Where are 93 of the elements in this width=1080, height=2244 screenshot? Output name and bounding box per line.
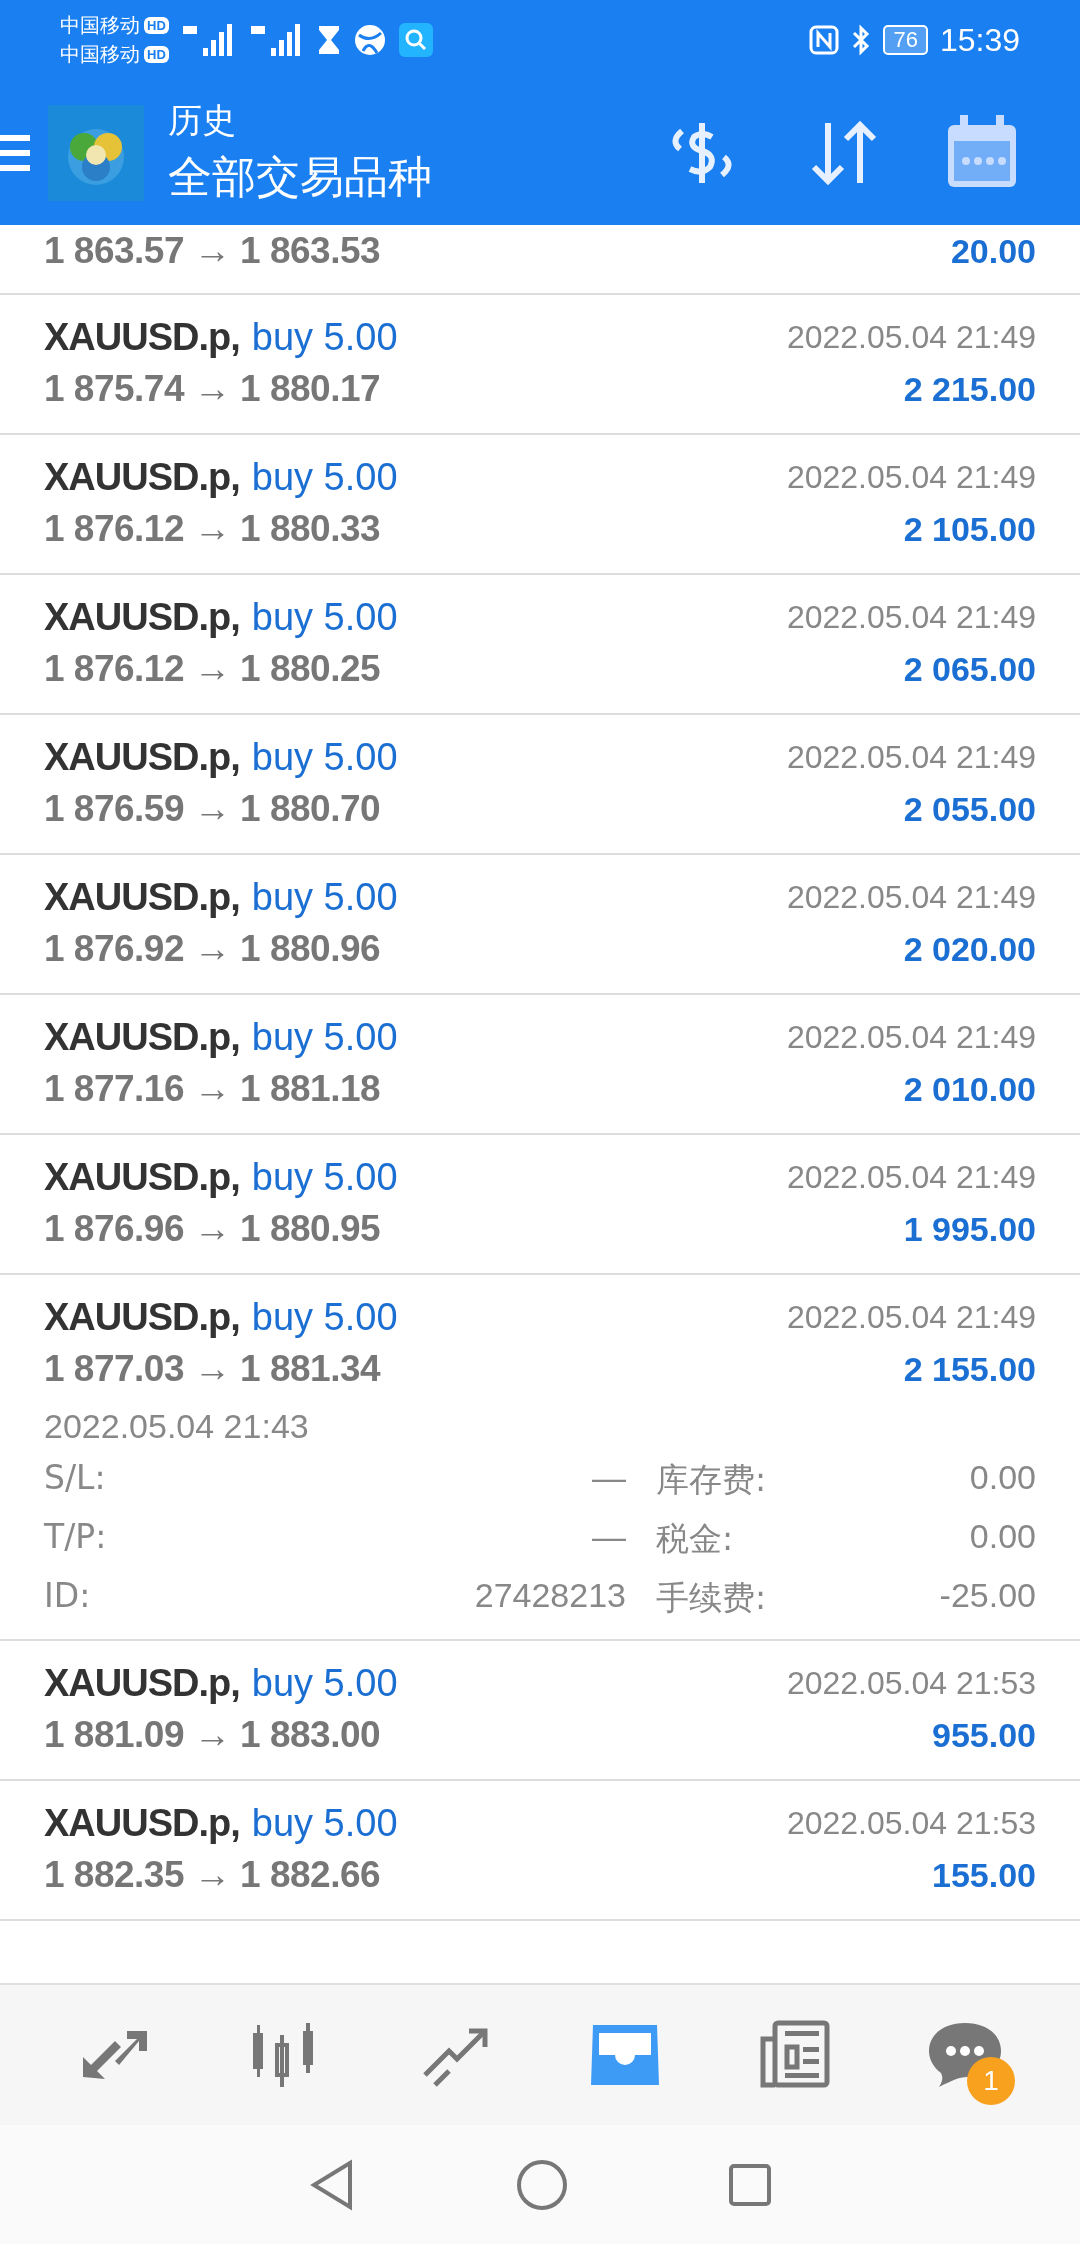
symbol-name: XAUUSD.p, — [44, 1801, 240, 1845]
trade-row[interactable]: XAUUSD.p, buy 5.00 2022.05.04 21:53 1 881.09 → 1 883.00 955.00 — [0, 1641, 1080, 1781]
close-time: 2022.05.04 21:49 — [786, 318, 1036, 356]
close-time: 2022.05.04 21:49 — [786, 1018, 1036, 1056]
trade-volume: buy 5.00 — [251, 1155, 398, 1199]
trade-volume: buy 5.00 — [251, 1295, 398, 1339]
profit-value: 2 065.00 — [903, 649, 1036, 689]
profit-value: 1 995.00 — [903, 1209, 1036, 1249]
detail-label: T/P: — [44, 1517, 108, 1558]
detail-value: — — [591, 1517, 626, 1557]
globe-icon — [352, 23, 387, 57]
close-time: 2022.05.04 21:49 — [786, 1158, 1036, 1196]
trade-volume: buy 5.00 — [251, 1015, 398, 1059]
profit-value: 2 215.00 — [903, 369, 1036, 409]
clock-time: 15:39 — [939, 21, 1020, 59]
symbol-name: XAUUSD.p, — [44, 1661, 240, 1705]
detail-value: — — [591, 1458, 626, 1498]
profit-value: 2 155.00 — [903, 1349, 1036, 1389]
trade-row[interactable]: XAUUSD.p, buy 5.00 2022.05.04 21:49 1 876.12 → 1 880.25 2 065.00 — [0, 575, 1080, 715]
price-range: 1 882.35 → 1 882.66 — [44, 1854, 381, 1896]
detail-label: 税金: — [656, 1518, 735, 1560]
screen-title: 历史 — [168, 99, 237, 142]
close-time: 2022.05.04 21:49 — [786, 458, 1036, 496]
symbol-name: XAUUSD.p, — [44, 1155, 240, 1199]
trade-row[interactable]: XAUUSD.p, buy 5.00 2022.05.04 21:49 1 875.74 → 1 880.17 2 215.00 — [0, 295, 1080, 435]
carrier-name: 中国移动 — [60, 41, 140, 68]
detail-value: 0.00 — [968, 1458, 1036, 1498]
trade-volume: buy 5.00 — [251, 875, 398, 919]
close-time: 2022.05.04 21:49 — [786, 878, 1036, 916]
symbol-name: XAUUSD.p, — [44, 875, 240, 919]
hd-badge: HD — [144, 17, 169, 34]
profit-value: 20.00 — [950, 231, 1036, 271]
symbol-name: XAUUSD.p, — [44, 735, 240, 779]
profit-value: 955.00 — [932, 1715, 1036, 1755]
price-range: 1 877.03 → 1 881.34 — [44, 1348, 381, 1390]
price-range: 1 876.96 → 1 880.95 — [44, 1208, 381, 1250]
price-range: 1 881.09 → 1 883.00 — [44, 1714, 381, 1756]
bluetooth-icon — [851, 24, 872, 56]
hd-badge: HD — [144, 46, 169, 63]
trade-volume: buy 5.00 — [251, 735, 398, 779]
symbol-name: XAUUSD.p, — [44, 315, 240, 359]
battery-level: 76 — [883, 25, 928, 55]
detail-label: 库存费: — [656, 1459, 768, 1501]
profit-value: 2 010.00 — [903, 1069, 1036, 1109]
unread-badge: 1 — [967, 2057, 1015, 2105]
close-time: 2022.05.04 21:53 — [786, 1804, 1036, 1842]
price-range: 1 876.59 → 1 880.70 — [44, 788, 381, 830]
trade-volume: buy 5.00 — [251, 595, 398, 639]
profit-value: 2 105.00 — [903, 509, 1036, 549]
price-range: 1 877.16 → 1 881.18 — [44, 1068, 381, 1110]
home-button[interactable] — [516, 2158, 568, 2211]
profit-value: 2 055.00 — [903, 789, 1036, 829]
detail-label: ID: — [44, 1576, 92, 1617]
nfc-icon — [809, 25, 840, 55]
app-logo-icon — [48, 104, 144, 201]
trade-row[interactable]: 1 863.57 → 1 863.53 20.00 — [0, 225, 1080, 295]
symbol-name: XAUUSD.p, — [44, 595, 240, 639]
price-range: 1 863.57 → 1 863.53 — [44, 230, 381, 272]
detail-label: S/L: — [44, 1458, 107, 1499]
price-range: 1 876.92 → 1 880.96 — [44, 928, 381, 970]
carrier-name: 中国移动 — [60, 12, 140, 39]
price-range: 1 876.12 → 1 880.33 — [44, 508, 381, 550]
trade-volume: buy 5.00 — [251, 455, 398, 499]
trade-row[interactable]: XAUUSD.p, buy 5.00 2022.05.04 21:49 1 876.59 → 1 880.70 2 055.00 — [0, 715, 1080, 855]
trade-row[interactable]: XAUUSD.p, buy 5.00 2022.05.04 21:49 1 877.16 → 1 881.18 2 010.00 — [0, 995, 1080, 1135]
close-time: 2022.05.04 21:49 — [786, 738, 1036, 776]
trade-row[interactable]: XAUUSD.p, buy 5.00 2022.05.04 21:49 1 876.92 → 1 880.96 2 020.00 — [0, 855, 1080, 995]
trade-row[interactable]: XAUUSD.p, buy 5.00 2022.05.04 21:53 1 882.35 → 1 882.66 155.00 — [0, 1781, 1080, 1921]
trade-row[interactable]: XAUUSD.p, buy 5.00 2022.05.04 21:49 1 876.12 → 1 880.33 2 105.00 — [0, 435, 1080, 575]
detail-value: 27428213 — [474, 1576, 626, 1616]
search-icon — [398, 23, 433, 57]
price-range: 1 876.12 → 1 880.25 — [44, 648, 381, 690]
symbol-name: XAUUSD.p, — [44, 455, 240, 499]
close-time: 2022.05.04 21:49 — [786, 598, 1036, 636]
open-time: 2022.05.04 21:43 — [44, 1407, 310, 1446]
price-range: 1 875.74 → 1 880.17 — [44, 368, 381, 410]
close-time: 2022.05.04 21:53 — [786, 1664, 1036, 1702]
close-time: 2022.05.04 21:49 — [786, 1298, 1036, 1336]
trade-volume: buy 5.00 — [251, 1801, 398, 1845]
profit-value: 155.00 — [932, 1855, 1036, 1895]
trade-volume: buy 5.00 — [251, 315, 398, 359]
detail-label: 手续费: — [656, 1577, 768, 1619]
symbol-filter[interactable]: 全部交易品种 — [168, 148, 432, 207]
symbol-name: XAUUSD.p, — [44, 1015, 240, 1059]
trade-row[interactable]: XAUUSD.p, buy 5.00 2022.05.04 21:49 1 876.96 → 1 880.95 1 995.00 — [0, 1135, 1080, 1275]
recents-button[interactable] — [728, 2162, 772, 2207]
detail-value: 0.00 — [968, 1517, 1036, 1557]
detail-value: -25.00 — [938, 1576, 1036, 1616]
profit-value: 2 020.00 — [903, 929, 1036, 969]
trade-row[interactable]: XAUUSD.p, buy 5.00 2022.05.04 21:49 1 877.03 → 1 881.34 2 155.00 2022.05.04 21:43 S/L: — 库存费: 0.00 T/P: — 税金: 0.00 ID: 27428213 手续费: -25.00 — [0, 1275, 1080, 1641]
hourglass-icon — [316, 24, 341, 56]
symbol-name: XAUUSD.p, — [44, 1295, 240, 1339]
trade-volume: buy 5.00 — [251, 1661, 398, 1705]
